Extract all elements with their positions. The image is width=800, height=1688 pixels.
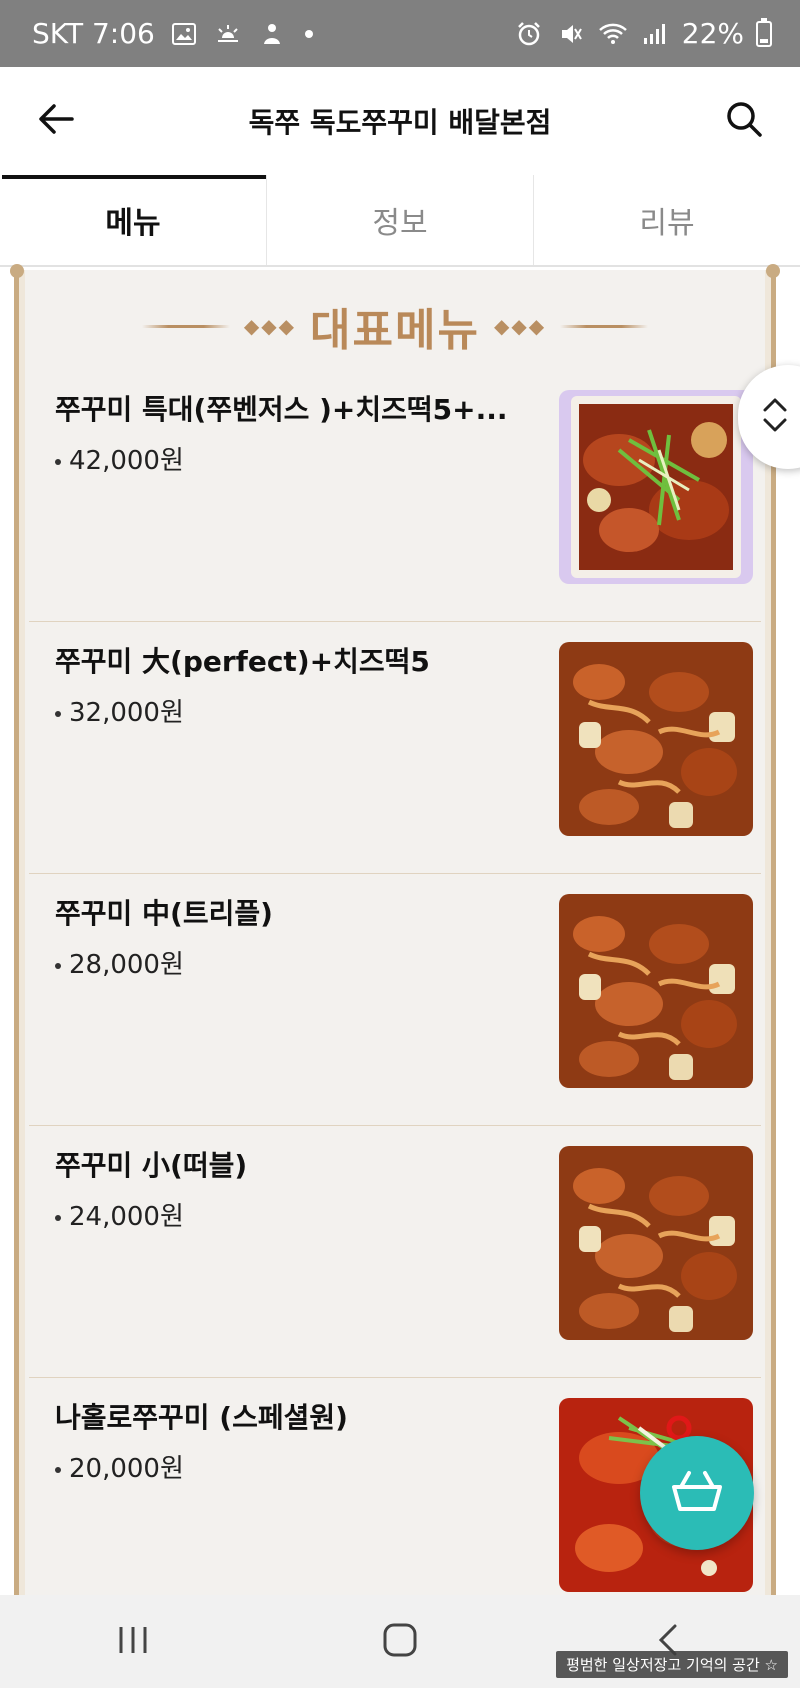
basket-icon <box>671 1469 723 1517</box>
ornament-diamonds-right: ◆◆◆ <box>493 314 547 338</box>
gallery-icon <box>169 19 199 49</box>
tab-menu-label: 메뉴 <box>105 206 161 241</box>
menu-item-name: 쭈꾸미 大(perfect)+치즈떡5 <box>55 645 430 678</box>
menu-item-name: 쭈꾸미 中(트리플) <box>55 897 273 930</box>
page-title: 독쭈 독도쭈꾸미 배달본점 <box>248 106 552 139</box>
tab-menu[interactable]: 메뉴 <box>0 175 266 265</box>
menu-item-name: 쭈꾸미 특대(쭈벤저스 )+치즈떡5+... <box>55 393 508 426</box>
menu-item-price: 20,000원 <box>55 1448 184 1485</box>
menu-board: ◆◆◆ 대표메뉴 ◆◆◆ 쭈꾸미 특대(쭈벤저스 )+치즈떡5+... 42,0… <box>10 264 780 1595</box>
tab-bar: 메뉴 정보 리뷰 <box>0 175 800 267</box>
menu-item-photo <box>559 1146 753 1340</box>
recents-icon <box>116 1625 150 1659</box>
home-button[interactable] <box>360 1612 440 1672</box>
scroll-updown-icon <box>760 395 790 439</box>
ornament-line-left <box>141 324 230 328</box>
menu-list: 쭈꾸미 특대(쭈벤저스 )+치즈떡5+... 42,000원 쭈꾸미 大(per… <box>29 370 761 1630</box>
carrier-time: SKT 7:06 <box>32 17 155 50</box>
cart-button[interactable] <box>640 1436 754 1550</box>
status-left: SKT 7:06 <box>32 0 313 67</box>
home-icon <box>382 1622 418 1662</box>
search-icon <box>725 100 763 142</box>
menu-item[interactable]: 쭈꾸미 小(떠블) 24,000원 <box>29 1126 761 1378</box>
tab-info-label: 정보 <box>372 206 428 241</box>
tab-info[interactable]: 정보 <box>266 175 533 265</box>
battery-icon <box>756 17 772 47</box>
battery-percent: 22% <box>681 17 744 50</box>
board-title: 대표메뉴 <box>310 305 480 356</box>
menu-item[interactable]: 쭈꾸미 특대(쭈벤저스 )+치즈떡5+... 42,000원 <box>29 370 761 622</box>
signal-icon <box>640 19 670 49</box>
menu-item-price: 24,000원 <box>55 1196 184 1233</box>
alarm-icon <box>514 19 544 49</box>
menu-item-price-value: 20,000원 <box>69 1454 184 1484</box>
menu-item-price-value: 42,000원 <box>69 446 184 476</box>
search-button[interactable] <box>718 95 770 147</box>
menu-item-name: 쭈꾸미 小(떠블) <box>55 1149 248 1182</box>
menu-item-price: 28,000원 <box>55 944 184 981</box>
menu-item-price-value: 24,000원 <box>69 1202 184 1232</box>
mute-icon <box>556 19 586 49</box>
menu-item-price-value: 32,000원 <box>69 698 184 728</box>
menu-item[interactable]: 쭈꾸미 大(perfect)+치즈떡5 32,000원 <box>29 622 761 874</box>
back-button[interactable] <box>30 95 82 147</box>
ornament-diamonds-left: ◆◆◆ <box>243 314 297 338</box>
dot-icon <box>304 29 313 38</box>
menu-item-photo <box>559 390 753 584</box>
menu-item-price-value: 28,000원 <box>69 950 184 980</box>
menu-item-photo <box>559 642 753 836</box>
ornament-line-right <box>560 324 649 328</box>
board-heading: ◆◆◆ 대표메뉴 ◆◆◆ <box>19 296 771 356</box>
menu-item[interactable]: 쭈꾸미 中(트리플) 28,000원 <box>29 874 761 1126</box>
watermark: 평범한 일상저장고 기억의 공간 ☆ <box>556 1651 788 1678</box>
tab-reviews-label: 리뷰 <box>639 206 695 241</box>
bixby-icon <box>257 19 287 49</box>
status-bar: SKT 7:06 22% <box>0 0 800 67</box>
app-bar: 독쭈 독도쭈꾸미 배달본점 <box>0 67 800 175</box>
menu-item-price: 32,000원 <box>55 692 184 729</box>
wifi-icon <box>598 19 628 49</box>
back-arrow-icon <box>38 103 74 139</box>
menu-item-price: 42,000원 <box>55 440 184 477</box>
weather-icon <box>213 19 243 49</box>
menu-item-photo <box>559 894 753 1088</box>
recents-button[interactable] <box>93 1612 173 1672</box>
tab-reviews[interactable]: 리뷰 <box>533 175 800 265</box>
status-right: 22% <box>514 0 772 67</box>
menu-item-name: 나홀로쭈꾸미 (스페셜원) <box>55 1401 348 1434</box>
